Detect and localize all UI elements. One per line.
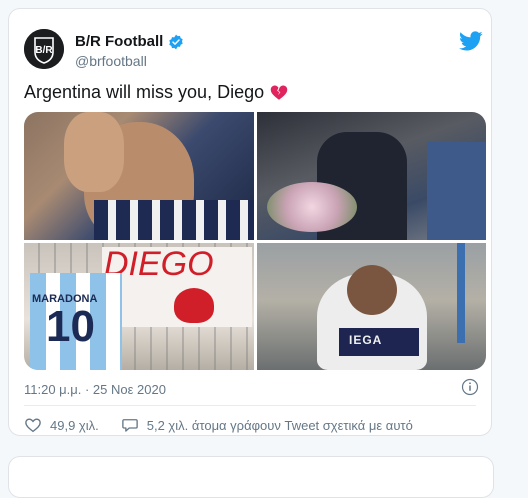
br-logo-icon: B/R [24,29,64,69]
tweet-text: Argentina will miss you, Diego [24,82,288,103]
like-button[interactable]: 49,9 χιλ. [24,416,99,434]
photo-grid[interactable]: DIEGO MARADONA 10 IEGA [24,112,486,370]
divider [24,405,476,406]
conversation-count: 5,2 χιλ. άτομα γράφουν Tweet σχετικά με … [146,417,413,433]
photo-man-head-in-hands[interactable]: IEGA [257,243,486,370]
shirt-text: IEGA [349,333,383,347]
tweet-body: Argentina will miss you, Diego [24,82,265,102]
speech-bubble-icon [121,419,138,432]
tweet-actions: 49,9 χιλ. 5,2 χιλ. άτομα γράφουν Tweet σ… [24,416,413,434]
verified-badge-icon [169,34,183,49]
photo-diego-banner[interactable]: DIEGO MARADONA 10 [24,243,254,370]
author-name[interactable]: B/R Football [75,33,163,50]
broken-heart-icon [270,85,288,100]
twitter-bird-icon[interactable] [459,29,483,53]
photo-mourners-flowers[interactable] [257,112,486,240]
info-icon[interactable] [461,378,479,396]
conversation-button[interactable]: 5,2 χιλ. άτομα γράφουν Tweet σχετικά με … [121,416,413,434]
author-handle[interactable]: @brfootball [75,53,147,69]
tweet-card[interactable]: B/R B/R Football @brfootball Argentina w… [8,8,492,436]
photo-crying-fan[interactable] [24,112,254,240]
avatar[interactable]: B/R [24,29,64,69]
like-count: 49,9 χιλ. [50,417,99,433]
avatar-text: B/R [35,45,53,56]
next-tweet-card[interactable] [8,456,494,498]
tweet-timestamp[interactable]: 11:20 μ.μ. · 25 Νοε 2020 [24,382,166,397]
shirt-number: 10 [46,302,95,351]
heart-outline-icon [25,418,41,433]
